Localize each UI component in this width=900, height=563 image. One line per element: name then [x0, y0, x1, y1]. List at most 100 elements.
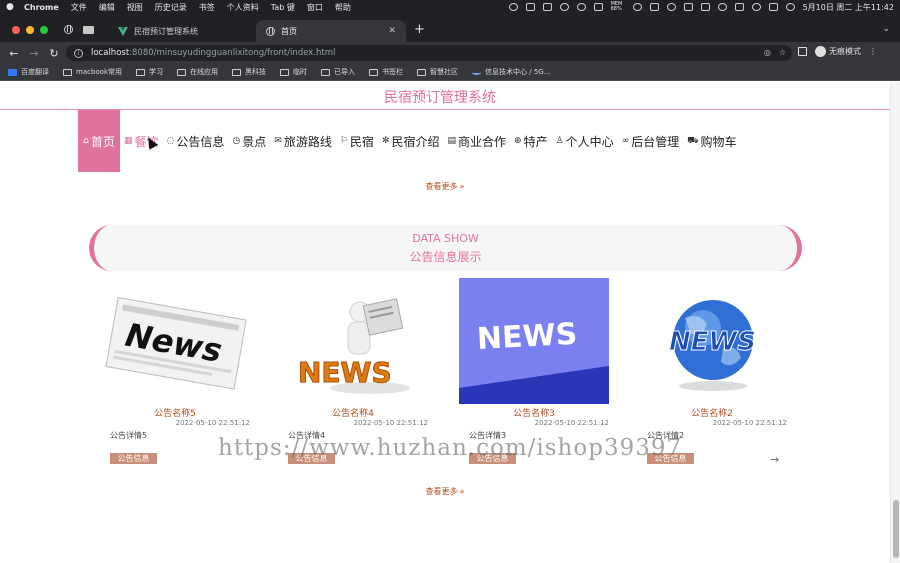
bookmark-item[interactable]: 信息技术中心 / 5G... [472, 67, 550, 77]
menu-profile[interactable]: 个人资料 [227, 2, 259, 13]
news-image[interactable]: NEWS [278, 278, 428, 404]
news-name[interactable]: 公告名称5 [100, 406, 250, 419]
news-image[interactable]: NEWS [459, 278, 609, 404]
siri-icon[interactable] [785, 3, 795, 11]
nav-admin[interactable]: ∞ 后台管理 [618, 110, 684, 172]
wifi-icon[interactable] [717, 3, 727, 11]
nav-attractions[interactable]: ◷ 景点 [228, 110, 270, 172]
bookmark-item[interactable]: 学习 [136, 67, 163, 77]
minus-icon[interactable] [576, 3, 586, 11]
news-image[interactable]: NEWS [637, 278, 787, 404]
globe-icon[interactable] [64, 25, 73, 34]
reload-button[interactable]: ↻ [44, 47, 64, 60]
arrow-right-icon[interactable]: → [770, 453, 779, 466]
menu-edit[interactable]: 编辑 [99, 2, 115, 13]
screen-icon[interactable] [525, 3, 535, 11]
more-menu-icon[interactable]: ⋮ [869, 47, 877, 56]
nav-cart[interactable]: ⛟ 购物车 [683, 110, 740, 172]
info-icon: ◌ [166, 136, 175, 146]
scrollbar-thumb[interactable] [893, 500, 899, 558]
news-name[interactable]: 公告名称4 [278, 406, 428, 419]
page-scrollbar[interactable] [890, 82, 900, 563]
bookmark-item[interactable]: 百度翻译 [8, 67, 49, 77]
bookmark-item[interactable]: 黑科技 [232, 67, 266, 77]
mic-icon[interactable] [508, 3, 518, 11]
bookmark-item[interactable]: 在线应用 [177, 67, 218, 77]
news-category-badge[interactable]: 公告信息 [110, 453, 157, 464]
star-bookmark-icon[interactable]: ☆ [779, 48, 786, 57]
menu-bookmarks[interactable]: 书签 [199, 2, 215, 13]
bookmark-label: 黑科技 [245, 68, 267, 76]
tab-group-icon[interactable] [83, 25, 94, 34]
new-tab-button[interactable]: + [414, 22, 425, 37]
display-icon[interactable] [768, 3, 778, 11]
view-more-link[interactable]: 查看更多» [0, 181, 890, 192]
close-tab-icon[interactable]: ✕ [388, 26, 396, 36]
apple-icon[interactable]: ● [6, 2, 16, 12]
news-name[interactable]: 公告名称2 [637, 406, 787, 419]
address-bar[interactable]: i localhost :8080/minsuyudingguanlixiton… [66, 45, 792, 61]
folder-icon [321, 68, 331, 76]
bookmark-label: 信息技术中心 / 5G... [485, 68, 551, 76]
tab-strip: 民宿预订管理系统 首页 ✕ + ⌄ [0, 14, 900, 42]
qq-icon[interactable] [559, 3, 569, 11]
news-image[interactable]: News [100, 278, 250, 404]
forward-button[interactable]: → [24, 47, 44, 60]
maximize-window-button[interactable] [40, 26, 48, 34]
menu-view[interactable]: 视图 [127, 2, 143, 13]
globe-icon [266, 26, 275, 36]
flag-icon: ⚐ [339, 136, 348, 146]
sun-icon: ✻ [381, 136, 390, 146]
news-name[interactable]: 公告名称3 [459, 406, 609, 419]
bookmark-item[interactable]: 书签栏 [369, 67, 403, 77]
battery-icon[interactable] [700, 3, 710, 11]
bookmark-item[interactable]: 临时 [280, 67, 307, 77]
back-button[interactable]: ← [4, 47, 24, 60]
bookmark-label: 学习 [149, 68, 164, 76]
menu-tab[interactable]: Tab 键 [271, 2, 295, 13]
tab-search-chevron-icon[interactable]: ⌄ [882, 24, 890, 34]
incognito-indicator[interactable]: 无痕模式 [815, 46, 861, 57]
eye-off-icon[interactable]: ◎ [764, 48, 771, 57]
view-more-label: 查看更多 [425, 182, 458, 191]
menu-app-name[interactable]: Chrome [24, 3, 59, 12]
nav-announcements[interactable]: ◌ 公告信息 [163, 110, 229, 172]
at-icon[interactable] [632, 3, 642, 11]
menu-file[interactable]: 文件 [71, 2, 87, 13]
menu-help[interactable]: 帮助 [335, 2, 351, 13]
folder-icon [280, 68, 290, 76]
view-more-link[interactable]: 查看更多» [0, 486, 890, 497]
watermark-text: https://www.huzhan.com/ishop39397 [218, 435, 683, 461]
nav-home[interactable]: ⌂ 首页 [78, 110, 120, 172]
minimize-window-button[interactable] [26, 26, 34, 34]
close-window-button[interactable] [12, 26, 20, 34]
nav-routes[interactable]: ✉ 旅游路线 [270, 110, 336, 172]
mem-indicator[interactable]: MEM 88% [611, 2, 625, 12]
link-icon: ∞ [621, 136, 630, 146]
menu-history[interactable]: 历史记录 [155, 2, 187, 13]
nav-label: 景点 [242, 134, 267, 149]
menubar-clock[interactable]: 5月10日 周二 上午11:42 [803, 2, 894, 13]
search-icon[interactable] [751, 3, 761, 11]
side-panel-icon[interactable] [798, 47, 807, 56]
bookmark-item[interactable]: 已导入 [321, 67, 355, 77]
bookmark-item[interactable]: 智慧社区 [417, 67, 458, 77]
tab-system[interactable]: 民宿预订管理系统 [108, 20, 256, 42]
incognito-label: 无痕模式 [829, 47, 861, 56]
site-info-icon[interactable]: i [74, 48, 83, 58]
nav-homestay-intro[interactable]: ✻ 民宿介绍 [378, 110, 444, 172]
bluetooth-icon[interactable] [683, 3, 693, 11]
bookmark-item[interactable]: macbook常用 [63, 67, 122, 77]
control-center-icon[interactable] [734, 3, 744, 11]
nav-homestay[interactable]: ⚐ 民宿 [336, 110, 378, 172]
tab-home[interactable]: 首页 ✕ [256, 20, 406, 42]
nav-cooperation[interactable]: ▤ 商业合作 [444, 110, 511, 172]
home-icon: ⌂ [83, 136, 89, 146]
window-icon[interactable] [649, 3, 659, 11]
wechat-icon[interactable] [542, 3, 552, 11]
x-icon[interactable] [666, 3, 676, 11]
nav-specialties[interactable]: ⊕ 特产 [510, 110, 552, 172]
nav-user-center[interactable]: ♙ 个人中心 [552, 110, 618, 172]
menu-window[interactable]: 窗口 [307, 2, 323, 13]
app-icon[interactable] [593, 3, 603, 11]
